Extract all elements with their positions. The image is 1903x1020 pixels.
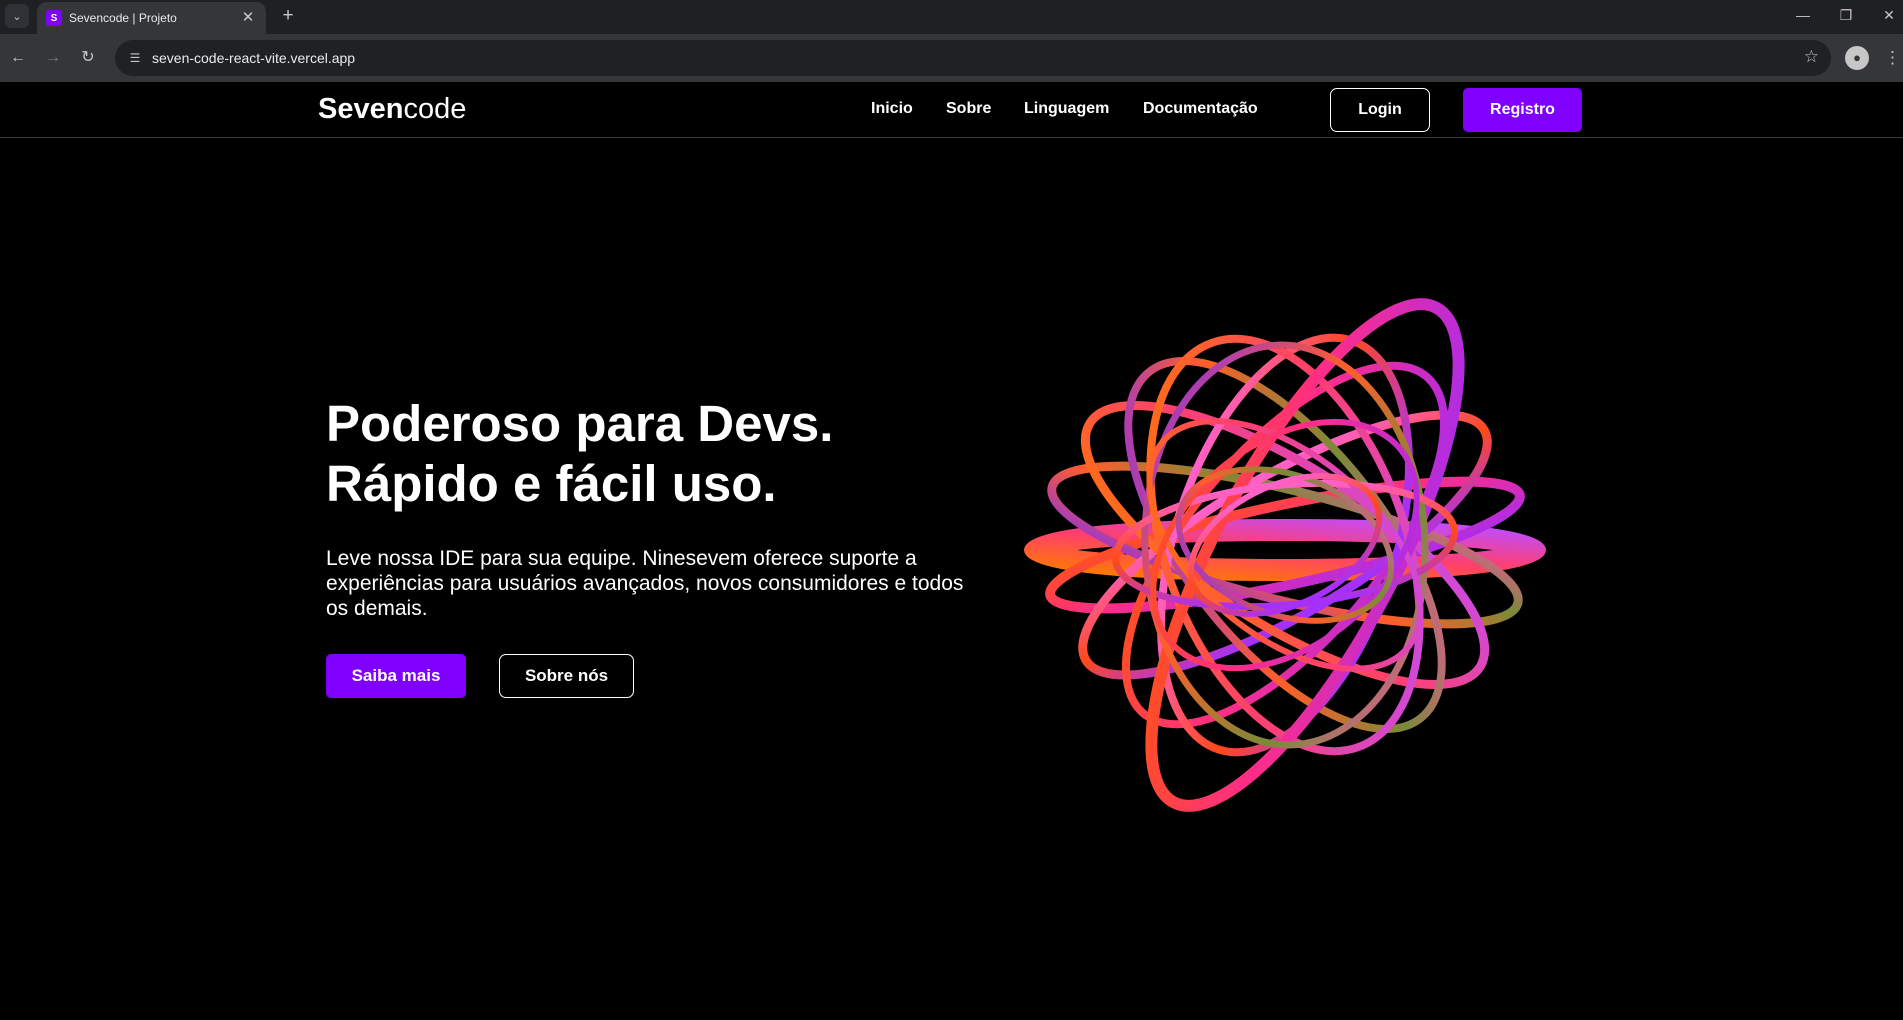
about-us-button[interactable]: Sobre nós — [499, 654, 634, 698]
tune-icon[interactable]: ☰ — [125, 48, 145, 68]
site-header: Sevencode Inicio Sobre Linguagem Documen… — [0, 82, 1903, 138]
minimize-icon[interactable]: — — [1780, 0, 1826, 30]
nav-link-documentacao[interactable]: Documentação — [1143, 100, 1258, 118]
logo[interactable]: Sevencode — [318, 92, 466, 126]
address-bar[interactable]: ☰ seven-code-react-vite.vercel.app ☆ — [115, 40, 1831, 76]
logo-bold-text: Seven — [318, 93, 404, 125]
browser-toolbar: ← → ↻ ☰ seven-code-react-vite.vercel.app… — [0, 34, 1903, 82]
close-icon[interactable]: ✕ — [239, 9, 257, 27]
chevron-down-icon[interactable]: ⌄ — [5, 4, 29, 28]
close-window-icon[interactable]: ✕ — [1866, 0, 1903, 30]
plus-icon[interactable]: + — [276, 4, 300, 28]
arrow-left-icon[interactable]: ← — [6, 46, 30, 70]
url-text[interactable]: seven-code-react-vite.vercel.app — [152, 50, 355, 66]
hero-title-line-2: Rápido e fácil uso. — [326, 455, 777, 512]
restore-icon[interactable]: ❐ — [1823, 0, 1869, 30]
login-button[interactable]: Login — [1330, 88, 1430, 132]
person-icon[interactable]: ● — [1845, 46, 1869, 70]
nav-link-sobre[interactable]: Sobre — [946, 100, 991, 118]
hero-title: Poderoso para Devs. Rápido e fácil uso. — [326, 394, 946, 514]
hero-description: Leve nossa IDE para sua equipe. Nineseve… — [326, 547, 964, 620]
arrow-right-icon[interactable]: → — [41, 46, 65, 70]
nav-link-inicio[interactable]: Inicio — [871, 100, 913, 118]
register-button[interactable]: Registro — [1463, 88, 1582, 132]
reload-icon[interactable]: ↻ — [76, 46, 100, 70]
hero-title-line-1: Poderoso para Devs. — [326, 395, 834, 452]
learn-more-button[interactable]: Saiba mais — [326, 654, 466, 698]
logo-light-text: code — [403, 93, 467, 125]
star-icon[interactable]: ☆ — [1804, 47, 1819, 67]
browser-tabstrip: ⌄ S Sevencode | Projeto ✕ + — ❐ ✕ — [0, 0, 1903, 34]
kebab-icon[interactable]: ⋮ — [1884, 46, 1901, 70]
ribbon-sphere-illustration — [1024, 298, 1546, 812]
tab-title: Sevencode | Projeto — [69, 11, 177, 25]
nav-link-linguagem[interactable]: Linguagem — [1024, 100, 1109, 118]
browser-tab[interactable]: S Sevencode | Projeto ✕ — [37, 2, 266, 34]
favicon: S — [46, 10, 62, 26]
